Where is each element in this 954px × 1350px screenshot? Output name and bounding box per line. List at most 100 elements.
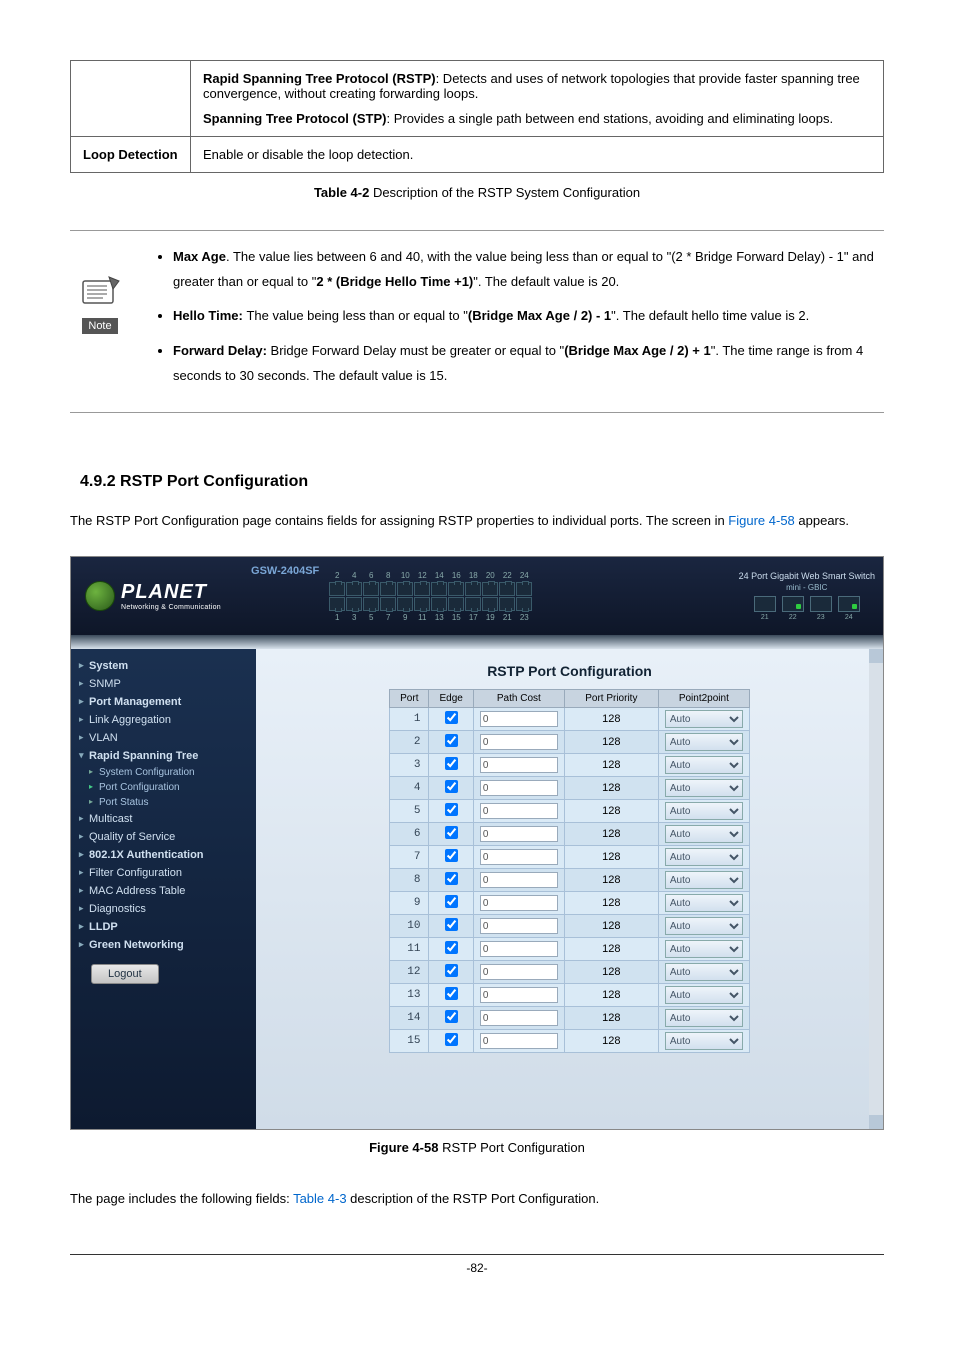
path-cost-input[interactable] <box>480 1033 558 1049</box>
nav-quality-of-service[interactable]: Quality of Service <box>77 828 250 846</box>
nav-filter-configuration[interactable]: Filter Configuration <box>77 864 250 882</box>
scroll-down-icon[interactable] <box>869 1115 883 1129</box>
path-cost-input[interactable] <box>480 987 558 1003</box>
priority-cell: 128 <box>564 892 658 915</box>
path-cost-input[interactable] <box>480 826 558 842</box>
footer-text-a: The page includes the following fields: <box>70 1191 293 1206</box>
p2p-select[interactable]: Auto <box>665 940 743 958</box>
edge-checkbox[interactable] <box>445 872 458 885</box>
page-number: -82- <box>70 1254 884 1275</box>
edge-checkbox[interactable] <box>445 941 458 954</box>
nav-multicast[interactable]: Multicast <box>77 810 250 828</box>
p2p-select[interactable]: Auto <box>665 1009 743 1027</box>
desc-row2-value: Enable or disable the loop detection. <box>191 137 884 173</box>
nav-system[interactable]: System <box>77 657 250 675</box>
p2p-select[interactable]: Auto <box>665 733 743 751</box>
p2p-select[interactable]: Auto <box>665 756 743 774</box>
port-cell: 9 <box>390 892 429 915</box>
path-cost-input[interactable] <box>480 872 558 888</box>
nav-port-status[interactable]: Port Status <box>77 795 250 810</box>
p2p-select[interactable]: Auto <box>665 871 743 889</box>
path-cost-input[interactable] <box>480 895 558 911</box>
edge-checkbox[interactable] <box>445 987 458 1000</box>
p2p-select[interactable]: Auto <box>665 802 743 820</box>
edge-checkbox[interactable] <box>445 780 458 793</box>
col-path-cost: Path Cost <box>473 690 564 708</box>
nav-system-configuration[interactable]: System Configuration <box>77 765 250 780</box>
brand-globe-icon <box>85 581 115 611</box>
nav-link-aggregation[interactable]: Link Aggregation <box>77 711 250 729</box>
port-indicator: 65 <box>363 571 379 622</box>
table-row: 13128Auto <box>390 984 750 1007</box>
edge-checkbox[interactable] <box>445 826 458 839</box>
p2p-select[interactable]: Auto <box>665 848 743 866</box>
table-row: 6128Auto <box>390 823 750 846</box>
edge-checkbox[interactable] <box>445 918 458 931</box>
figure-link[interactable]: Figure 4-58 <box>728 513 794 528</box>
path-cost-input[interactable] <box>480 964 558 980</box>
path-cost-input[interactable] <box>480 803 558 819</box>
p2p-select[interactable]: Auto <box>665 825 743 843</box>
nav-802-1x-authentication[interactable]: 802.1X Authentication <box>77 846 250 864</box>
nav-diagnostics[interactable]: Diagnostics <box>77 900 250 918</box>
rstp-config-table: PortEdgePath CostPort PriorityPoint2poin… <box>389 689 750 1053</box>
edge-checkbox[interactable] <box>445 964 458 977</box>
p2p-select[interactable]: Auto <box>665 963 743 981</box>
table-row: 2128Auto <box>390 731 750 754</box>
desc-row1-value: Rapid Spanning Tree Protocol (RSTP): Det… <box>191 61 884 137</box>
nav-lldp[interactable]: LLDP <box>77 918 250 936</box>
table-link[interactable]: Table 4-3 <box>293 1191 346 1206</box>
nav-port-management[interactable]: Port Management <box>77 693 250 711</box>
sfp-port-24 <box>838 596 860 612</box>
scroll-up-icon[interactable] <box>869 649 883 663</box>
path-cost-input[interactable] <box>480 757 558 773</box>
note-icon: Note <box>70 245 130 334</box>
p2p-select[interactable]: Auto <box>665 779 743 797</box>
nav-rapid-spanning-tree[interactable]: Rapid Spanning Tree <box>77 747 250 765</box>
device-header: PLANET Networking & Communication GSW-24… <box>71 557 883 635</box>
port-cell: 6 <box>390 823 429 846</box>
path-cost-input[interactable] <box>480 918 558 934</box>
nav-snmp[interactable]: SNMP <box>77 675 250 693</box>
note-item: Max Age. The value lies between 6 and 40… <box>173 245 884 294</box>
vertical-scrollbar[interactable] <box>869 649 883 1129</box>
port-cell: 3 <box>390 754 429 777</box>
p2p-select[interactable]: Auto <box>665 710 743 728</box>
path-cost-input[interactable] <box>480 734 558 750</box>
port-cell: 14 <box>390 1007 429 1030</box>
content-title: RSTP Port Configuration <box>266 663 873 679</box>
nav-port-configuration[interactable]: Port Configuration <box>77 780 250 795</box>
edge-checkbox[interactable] <box>445 711 458 724</box>
port-indicator: 21 <box>329 571 345 622</box>
p2p-select[interactable]: Auto <box>665 894 743 912</box>
edge-checkbox[interactable] <box>445 757 458 770</box>
edge-checkbox[interactable] <box>445 1033 458 1046</box>
path-cost-input[interactable] <box>480 780 558 796</box>
path-cost-input[interactable] <box>480 941 558 957</box>
edge-checkbox[interactable] <box>445 895 458 908</box>
nav-green-networking[interactable]: Green Networking <box>77 936 250 954</box>
p2p-select[interactable]: Auto <box>665 917 743 935</box>
edge-checkbox[interactable] <box>445 803 458 816</box>
table-row: 7128Auto <box>390 846 750 869</box>
edge-checkbox[interactable] <box>445 1010 458 1023</box>
path-cost-input[interactable] <box>480 849 558 865</box>
path-cost-input[interactable] <box>480 711 558 727</box>
table-row: 14128Auto <box>390 1007 750 1030</box>
port-indicator: 2221 <box>499 571 515 622</box>
col-port-priority: Port Priority <box>564 690 658 708</box>
edge-checkbox[interactable] <box>445 734 458 747</box>
table-row: 3128Auto <box>390 754 750 777</box>
table-row: 4128Auto <box>390 777 750 800</box>
p2p-select[interactable]: Auto <box>665 986 743 1004</box>
col-port: Port <box>390 690 429 708</box>
p2p-select[interactable]: Auto <box>665 1032 743 1050</box>
priority-cell: 128 <box>564 731 658 754</box>
edge-checkbox[interactable] <box>445 849 458 862</box>
nav-mac-address-table[interactable]: MAC Address Table <box>77 882 250 900</box>
note-item: Forward Delay: Bridge Forward Delay must… <box>173 339 884 388</box>
path-cost-input[interactable] <box>480 1010 558 1026</box>
logout-button[interactable]: Logout <box>91 964 159 984</box>
port-indicator: 1211 <box>414 571 430 622</box>
nav-vlan[interactable]: VLAN <box>77 729 250 747</box>
